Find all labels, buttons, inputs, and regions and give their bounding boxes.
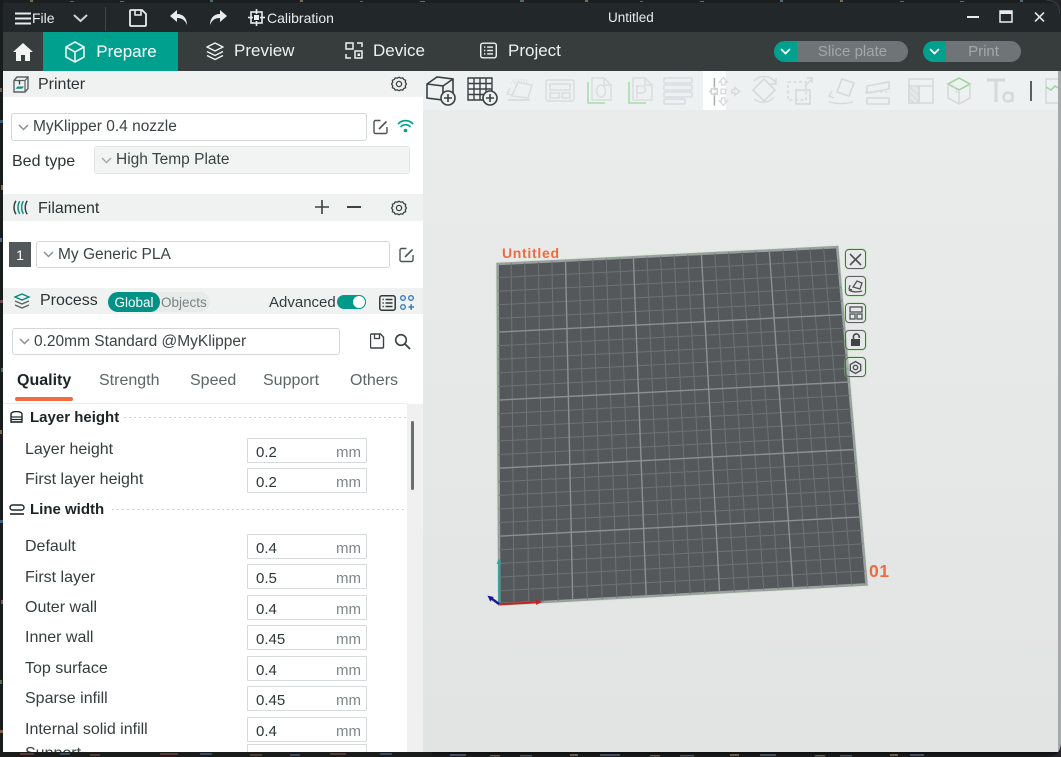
svg-text:AUTO: AUTO (511, 80, 528, 86)
